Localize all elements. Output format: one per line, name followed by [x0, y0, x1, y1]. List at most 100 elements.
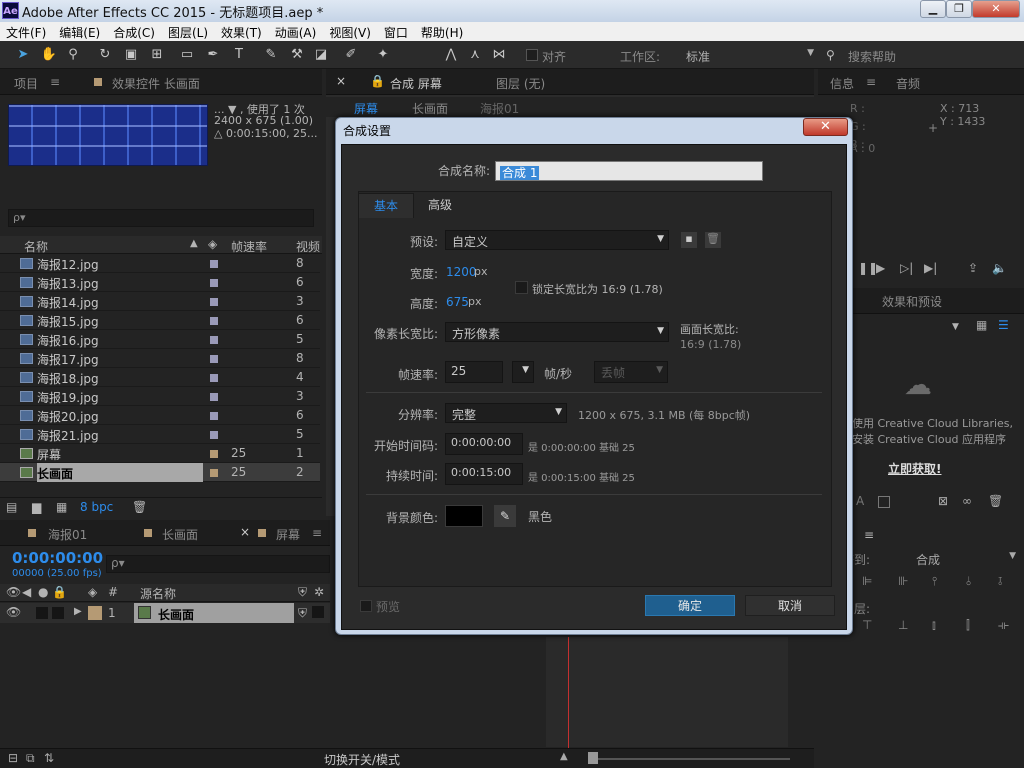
align-to-select[interactable]: 合成 ▼	[916, 551, 1018, 568]
text-tool-icon[interactable]: T	[230, 47, 248, 63]
preset-select[interactable]: 自定义 ▼	[445, 230, 669, 250]
time-indicator-line[interactable]	[568, 637, 569, 749]
world-axis-icon[interactable]: ⋏	[466, 47, 484, 63]
menu-effect[interactable]: 效果(T)	[215, 22, 269, 41]
save-preset-icon[interactable]: ▪	[681, 232, 697, 248]
project-item[interactable]: 海报14.jpg 3	[0, 292, 320, 311]
column-source-name[interactable]: 源名称	[140, 585, 176, 602]
tab-basic[interactable]: 基本	[358, 193, 414, 218]
label-color-swatch[interactable]	[210, 298, 218, 306]
label-color-swatch[interactable]	[210, 450, 218, 458]
menu-view[interactable]: 视图(V)	[323, 22, 378, 41]
link-icon[interactable]: ∞	[962, 494, 972, 508]
resolution-select[interactable]: 完整 ▼	[445, 403, 567, 423]
dialog-close-button[interactable]: ✕	[803, 118, 848, 136]
maximize-button[interactable]: ❐	[946, 0, 972, 18]
panel-menu-icon[interactable]: ≡	[50, 75, 60, 89]
project-item[interactable]: 海报21.jpg 5	[0, 425, 320, 444]
play-icon[interactable]: ▶	[876, 261, 885, 275]
width-value[interactable]: 1200	[446, 265, 477, 279]
distribute-right-icon[interactable]: ⟛	[998, 618, 1009, 633]
loop-icon[interactable]: ⇪	[968, 261, 978, 275]
align-top-icon[interactable]: ⫰	[966, 574, 971, 589]
project-item[interactable]: 海报17.jpg 8	[0, 349, 320, 368]
distribute-hcenter-icon[interactable]: ⫿	[966, 618, 970, 633]
selection-tool-icon[interactable]: ➤	[14, 47, 32, 63]
layer-switch-toggle[interactable]	[312, 606, 324, 618]
label-color-swatch[interactable]	[210, 260, 218, 268]
comp-name-input[interactable]: 合成 1	[495, 161, 763, 181]
puppet-pin-tool-icon[interactable]: ✦	[374, 47, 392, 63]
project-item[interactable]: 海报18.jpg 4	[0, 368, 320, 387]
layer-row[interactable]: 👁 ▶ 1 长画面 ⛨	[0, 603, 330, 623]
toggle-switches-modes-button[interactable]: 切换开关/模式	[324, 751, 400, 768]
delete-preset-icon[interactable]: 🗑	[705, 232, 721, 248]
tab-advanced[interactable]: 高级	[414, 193, 466, 218]
menu-file[interactable]: 文件(F)	[0, 22, 53, 41]
layer-label-swatch[interactable]	[88, 606, 102, 620]
align-right-icon[interactable]: ⫯	[932, 574, 937, 589]
tab-project[interactable]: 项目	[14, 75, 38, 92]
stock-icon[interactable]: ⊠	[938, 494, 948, 508]
align-hcenter-icon[interactable]: ⊪	[898, 574, 908, 588]
help-search-input[interactable]: 搜索帮助	[848, 48, 896, 65]
background-color-swatch[interactable]	[445, 505, 483, 527]
tab-audio[interactable]: 音频	[896, 75, 920, 92]
zoom-out-icon[interactable]: ▲	[560, 751, 568, 762]
timeline-menu-icon[interactable]: ≡	[312, 526, 322, 540]
close-window-button[interactable]: ✕	[972, 0, 1020, 18]
trash-icon[interactable]: 🗑	[988, 494, 1003, 508]
local-axis-icon[interactable]: ⋀	[442, 47, 460, 63]
snap-checkbox[interactable]	[526, 49, 538, 61]
ok-button[interactable]: 确定	[645, 595, 735, 616]
column-fps[interactable]: 帧速率	[231, 238, 267, 255]
label-color-swatch[interactable]	[210, 469, 218, 477]
rectangle-tool-icon[interactable]: ▭	[178, 47, 196, 63]
menu-edit[interactable]: 编辑(E)	[53, 22, 107, 41]
duration-input[interactable]: 0:00:15:00	[445, 463, 523, 485]
current-timecode[interactable]: 0:00:00:00	[12, 549, 103, 567]
workspace-select[interactable]: 标准 ▼	[686, 48, 816, 65]
audio-icon[interactable]: 🔈	[992, 261, 1007, 275]
pen-tool-icon[interactable]: ✒	[204, 47, 222, 63]
pan-behind-tool-icon[interactable]: ⊞	[148, 47, 166, 63]
expand-arrow-icon[interactable]: ▶	[74, 606, 82, 617]
menu-help[interactable]: 帮助(H)	[415, 22, 470, 41]
tab-info[interactable]: 信息	[830, 75, 854, 92]
next-frame-icon[interactable]: ▷|	[900, 261, 913, 275]
label-color-swatch[interactable]	[210, 336, 218, 344]
last-frame-icon[interactable]: ▶|	[924, 261, 937, 275]
project-item[interactable]: 海报19.jpg 3	[0, 387, 320, 406]
eyedropper-icon[interactable]: ✎	[494, 505, 516, 527]
tab-timeline-poster[interactable]: 海报01	[48, 526, 87, 543]
tab-timeline-long[interactable]: 长画面	[162, 526, 198, 543]
label-color-swatch[interactable]	[210, 374, 218, 382]
label-color-swatch[interactable]	[210, 412, 218, 420]
camera-tool-icon[interactable]: ▣	[122, 47, 140, 63]
column-name[interactable]: 名称	[24, 238, 48, 255]
pixel-aspect-select[interactable]: 方形像素 ▼	[445, 322, 669, 342]
breadcrumb-long[interactable]: 长画面	[412, 100, 448, 117]
hand-tool-icon[interactable]: ✋	[40, 47, 58, 63]
project-item[interactable]: 海报15.jpg 6	[0, 311, 320, 330]
zoom-tool-icon[interactable]: ⚲	[64, 47, 82, 63]
minimize-button[interactable]: ▁	[920, 0, 946, 18]
interpret-footage-icon[interactable]: ▤	[6, 500, 17, 514]
project-item[interactable]: 海报12.jpg 8	[0, 254, 320, 273]
align-bottom-icon[interactable]: ⫱	[998, 574, 1002, 589]
tab-effects-presets[interactable]: 效果和预设	[882, 293, 942, 310]
breadcrumb-screen[interactable]: 屏幕	[354, 100, 378, 117]
fps-preset-select[interactable]: ▼	[512, 361, 534, 383]
label-color-swatch[interactable]	[210, 393, 218, 401]
dropdown-arrow-icon[interactable]: ▼	[952, 322, 959, 332]
tab-layer[interactable]: 图层 (无)	[496, 75, 545, 92]
list-view-icon[interactable]: ☰	[998, 318, 1009, 332]
align-left-icon[interactable]: ⊫	[862, 574, 872, 588]
info-panel-menu-icon[interactable]: ≡	[866, 75, 876, 89]
layer-shy-icon[interactable]: ⛨	[298, 606, 307, 621]
comp-flowchart-icon[interactable]: ⊟	[8, 751, 18, 765]
close-tab-icon[interactable]: ×	[240, 525, 250, 539]
lock-icon[interactable]: 🔒	[370, 74, 385, 88]
column-video[interactable]: 视频	[296, 238, 320, 255]
shape-icon[interactable]	[878, 496, 890, 508]
